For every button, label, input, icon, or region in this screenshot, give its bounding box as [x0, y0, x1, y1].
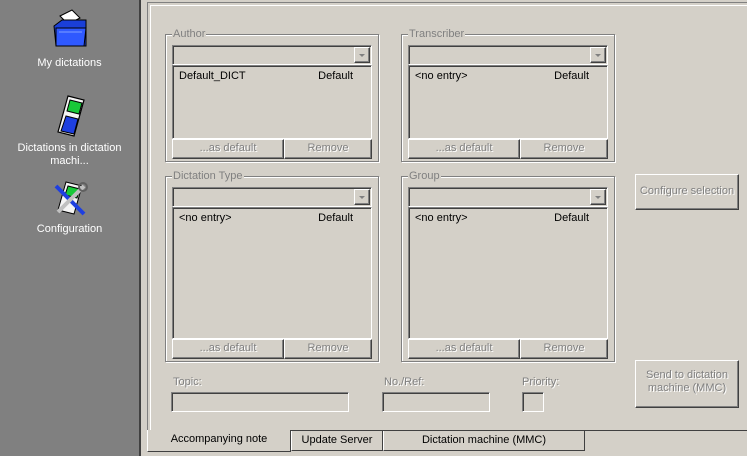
- group-group-title: Group: [408, 169, 441, 183]
- noref-label: No./Ref:: [384, 376, 425, 388]
- nav-item-my-dictations-label: My dictations: [37, 57, 102, 69]
- tab-update-server[interactable]: Update Server: [291, 431, 383, 451]
- navigation-sidebar: My dictations Dictations in dictation ma…: [0, 0, 141, 456]
- configuration-panel-inner: Author Default_DICT Default ...as defaul…: [150, 5, 747, 430]
- dictation-type-group-title: Dictation Type: [172, 169, 244, 183]
- group-remove-button[interactable]: Remove: [520, 339, 608, 359]
- transcriber-dropdown-arrow-icon[interactable]: [590, 47, 606, 63]
- transcriber-as-default-button[interactable]: ...as default: [408, 139, 520, 159]
- nav-item-my-dictations[interactable]: My dictations: [0, 8, 139, 71]
- dictation-type-as-default-button[interactable]: ...as default: [172, 339, 284, 359]
- priority-input[interactable]: [522, 392, 544, 412]
- group-entry-default: Default: [554, 212, 589, 224]
- configuration-tools-icon: [54, 181, 88, 216]
- author-remove-button[interactable]: Remove: [284, 139, 372, 159]
- group-list[interactable]: <no entry> Default: [408, 207, 608, 339]
- nav-item-configuration-label: Configuration: [36, 223, 103, 235]
- noref-input[interactable]: [382, 392, 490, 412]
- list-item[interactable]: <no entry> Default: [415, 69, 601, 83]
- transcriber-entry-default: Default: [554, 70, 589, 82]
- dictation-type-entry-default: Default: [318, 212, 353, 224]
- configuration-panel: Author Default_DICT Default ...as defaul…: [147, 2, 747, 430]
- transcriber-combobox[interactable]: [408, 45, 608, 65]
- bottom-tab-bar: Accompanying note Update Server Dictatio…: [147, 430, 747, 456]
- author-group: Author Default_DICT Default ...as defaul…: [165, 27, 379, 162]
- group-entry-name: <no entry>: [415, 212, 468, 224]
- list-item[interactable]: <no entry> Default: [179, 211, 365, 225]
- group-combobox[interactable]: [408, 187, 608, 207]
- topic-input[interactable]: [171, 392, 349, 412]
- author-entry-default: Default: [318, 70, 353, 82]
- group-group: Group <no entry> Default ...as default R…: [401, 169, 615, 362]
- configure-selection-button[interactable]: Configure selection: [635, 174, 739, 210]
- tab-accompanying-note[interactable]: Accompanying note: [147, 430, 291, 452]
- transcriber-group: Transcriber <no entry> Default ...as def…: [401, 27, 615, 162]
- dictation-type-group: Dictation Type <no entry> Default ...as …: [165, 169, 379, 362]
- dictation-type-combobox[interactable]: [172, 187, 372, 207]
- dictation-device-icon: [56, 95, 85, 137]
- dictation-type-entry-name: <no entry>: [179, 212, 232, 224]
- author-as-default-button[interactable]: ...as default: [172, 139, 284, 159]
- transcriber-entry-name: <no entry>: [415, 70, 468, 82]
- group-as-default-button[interactable]: ...as default: [408, 339, 520, 359]
- nav-item-dictations-in-machine[interactable]: Dictations in dictation machi...: [0, 94, 139, 168]
- topic-label: Topic:: [173, 376, 202, 388]
- dictation-type-list[interactable]: <no entry> Default: [172, 207, 372, 339]
- send-to-dictation-machine-button[interactable]: Send to dictation machine (MMC): [635, 360, 739, 408]
- author-combobox[interactable]: [172, 45, 372, 65]
- dictation-type-dropdown-arrow-icon[interactable]: [354, 189, 370, 205]
- dictation-type-remove-button[interactable]: Remove: [284, 339, 372, 359]
- transcriber-list[interactable]: <no entry> Default: [408, 65, 608, 139]
- author-list[interactable]: Default_DICT Default: [172, 65, 372, 139]
- list-item[interactable]: Default_DICT Default: [179, 69, 365, 83]
- author-group-title: Author: [172, 27, 207, 41]
- nav-item-dictations-in-machine-label: Dictations in dictation machi...: [17, 142, 122, 167]
- list-item[interactable]: <no entry> Default: [415, 211, 601, 225]
- folder-icon: [52, 9, 87, 47]
- tab-dictation-machine-mmc[interactable]: Dictation machine (MMC): [383, 431, 585, 451]
- transcriber-group-title: Transcriber: [408, 27, 466, 41]
- author-dropdown-arrow-icon[interactable]: [354, 47, 370, 63]
- group-dropdown-arrow-icon[interactable]: [590, 189, 606, 205]
- transcriber-group-title-text: Transcriber: [409, 28, 465, 40]
- author-entry-name: Default_DICT: [179, 70, 246, 82]
- transcriber-remove-button[interactable]: Remove: [520, 139, 608, 159]
- priority-label: Priority:: [522, 376, 560, 388]
- nav-item-configuration[interactable]: Configuration: [0, 180, 139, 237]
